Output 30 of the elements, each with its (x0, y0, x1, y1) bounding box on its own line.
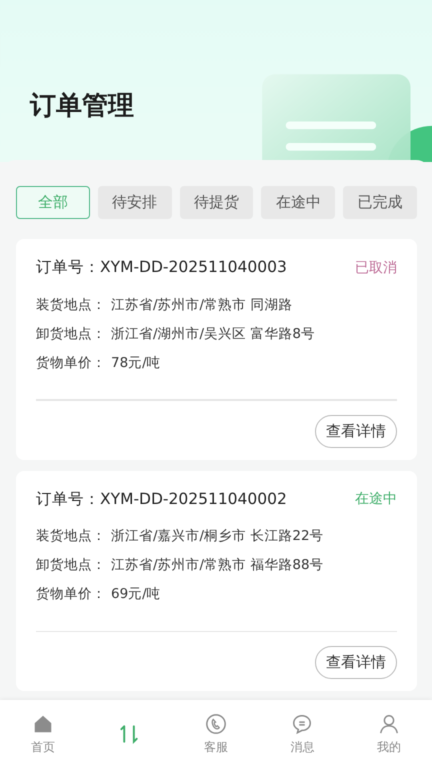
order-status: 在途中 (355, 490, 397, 508)
nav-label[interactable]: 消息 (290, 738, 314, 756)
filter-tab[interactable]: 待安排 (98, 186, 172, 219)
person-icon[interactable] (378, 712, 400, 734)
page-title: 订单管理 (30, 90, 134, 123)
field-label: 装货地点： (36, 527, 107, 545)
chat-icon[interactable] (291, 712, 314, 734)
nav-label[interactable]: 我的 (376, 738, 401, 756)
nav-label[interactable]: 首页 (31, 738, 56, 756)
order-status: 已取消 (355, 258, 397, 276)
field-value: 78元/吨 (111, 354, 161, 372)
phone-icon[interactable] (204, 712, 227, 734)
field-value: 江苏省/苏州市/常熟市 同湖路 (111, 296, 292, 314)
field-value: 江苏省/苏州市/常熟市 福华路88号 (111, 556, 324, 574)
filter-tab[interactable]: 已完成 (343, 186, 417, 219)
filter-tab[interactable]: 在途中 (261, 186, 336, 219)
field-label: 卸货地点： (36, 556, 107, 574)
field-value: 浙江省/湖州市/吴兴区 富华路8号 (111, 324, 315, 342)
details-button[interactable]: 查看详情 (315, 646, 397, 679)
order-number: 订单号：XYM-DD-202511040003 (36, 257, 287, 278)
field-label: 装货地点： (36, 296, 107, 314)
field-value: 69元/吨 (111, 585, 161, 603)
field-label: 货物单价： (36, 585, 107, 603)
nav-label[interactable]: 客服 (204, 738, 228, 756)
order-number: 订单号：XYM-DD-202511040002 (36, 488, 287, 510)
field-label: 货物单价： (36, 354, 107, 372)
field-value: 浙江省/嘉兴市/桐乡市 长江路22号 (111, 527, 324, 545)
details-button[interactable]: 查看详情 (315, 414, 397, 448)
filter-tab[interactable]: 待提货 (180, 186, 254, 219)
field-label: 卸货地点： (36, 324, 107, 342)
